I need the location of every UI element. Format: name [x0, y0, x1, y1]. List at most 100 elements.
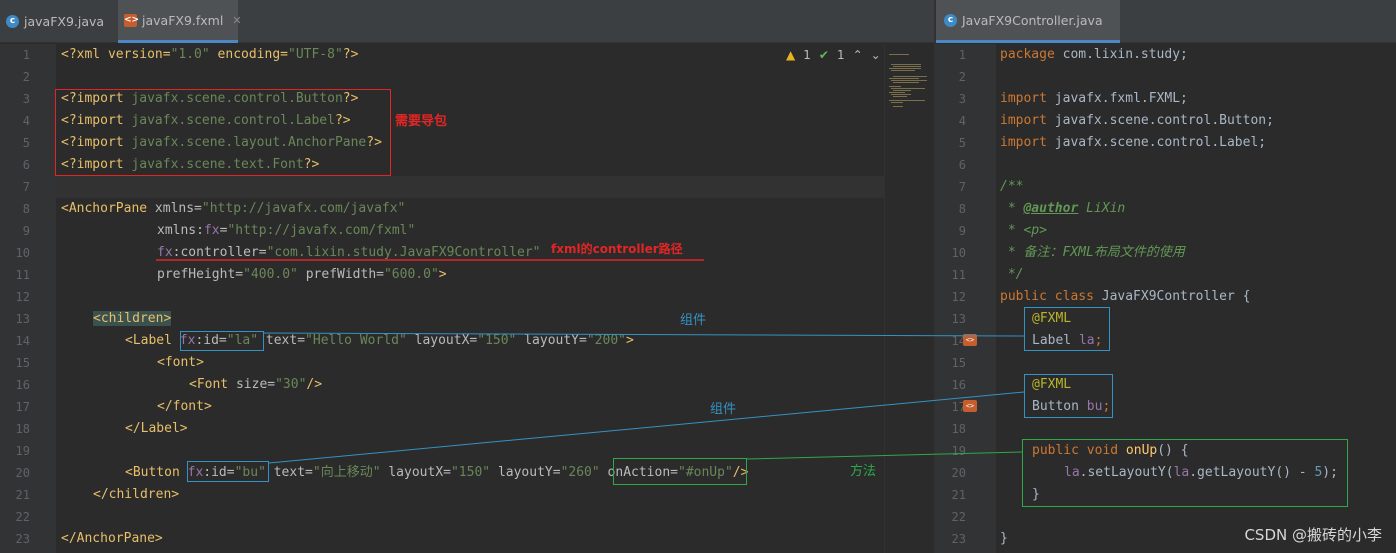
- java-line-21: }: [1032, 487, 1040, 502]
- line-number: 16: [15, 378, 30, 392]
- minimap-stroke: [893, 82, 919, 83]
- code-line-1: <?xml version="1.0" encoding="UTF-8"?>: [61, 47, 359, 62]
- ok-count: 1: [836, 48, 845, 62]
- import-note: 需要导包: [395, 114, 448, 129]
- java-line-13: @FXML: [1032, 311, 1072, 326]
- line-number: 19: [15, 444, 30, 458]
- line-number: 2: [22, 70, 30, 84]
- java-code-area[interactable]: package com.lixin.study; import javafx.f…: [996, 44, 1396, 553]
- minimap-stroke: [889, 78, 919, 79]
- code-line-17: </font>: [157, 399, 212, 414]
- tab-javafx9controller-java[interactable]: c JavaFX9Controller.java: [936, 0, 1120, 43]
- code-line-20: <Button fx:id="bu" text="向上移动" layoutX="…: [125, 465, 749, 480]
- code-line-4: <?import javafx.scene.control.Label?>: [61, 113, 351, 128]
- line-number: 14: [15, 334, 30, 348]
- fxml-link-icon[interactable]: <>: [963, 334, 977, 346]
- line-number: 20: [15, 466, 30, 480]
- line-number: 9: [958, 224, 966, 238]
- current-line-highlight: [56, 176, 884, 198]
- line-number: 8: [958, 202, 966, 216]
- line-number: 21: [15, 488, 30, 502]
- java-line-12: public class JavaFX9Controller {: [1000, 289, 1251, 304]
- minimap-stroke: [889, 54, 909, 55]
- line-number: 2: [958, 70, 966, 84]
- line-number: 1: [22, 48, 30, 62]
- minimap-stroke: [893, 76, 927, 77]
- minimap-stroke: [891, 94, 911, 95]
- line-number: 5: [958, 136, 966, 150]
- code-line-15: <font>: [157, 355, 204, 370]
- line-number: 22: [15, 510, 30, 524]
- java-line-7: /**: [1000, 179, 1024, 194]
- code-line-5: <?import javafx.scene.layout.AnchorPane?…: [61, 135, 382, 150]
- line-number: 21: [951, 488, 966, 502]
- minimap-stroke: [893, 106, 903, 107]
- line-number: 5: [22, 136, 30, 150]
- chevron-up-icon[interactable]: ⌃: [853, 48, 863, 62]
- java-line-10: * 备注：FXML布局文件的使用: [1000, 245, 1185, 260]
- line-number: 6: [22, 158, 30, 172]
- java-class-icon: c: [944, 13, 957, 27]
- line-number: 1: [958, 48, 966, 62]
- minimap-stroke: [891, 102, 903, 103]
- close-icon[interactable]: ✕: [232, 14, 241, 27]
- line-number: 19: [951, 444, 966, 458]
- java-line-4: import javafx.scene.control.Button;: [1000, 113, 1274, 128]
- line-number: 4: [22, 114, 30, 128]
- line-number: 7: [22, 180, 30, 194]
- line-number: 23: [15, 532, 30, 546]
- minimap-stroke: [893, 96, 907, 97]
- java-line-23: }: [1000, 531, 1008, 546]
- right-tab-bar: c JavaFX9Controller.java: [936, 0, 1396, 43]
- watermark: CSDN @搬砖的小李: [1244, 526, 1382, 544]
- component-note: 组件: [680, 313, 707, 328]
- component-note: 组件: [710, 402, 737, 417]
- java-line-8: * @author LiXin: [1000, 201, 1126, 216]
- line-number: 20: [951, 466, 966, 480]
- code-line-18: </Label>: [125, 421, 188, 436]
- inspection-widget[interactable]: ▲ 1 ✔ 1 ⌃ ⌄: [786, 48, 881, 62]
- chevron-down-icon[interactable]: ⌄: [871, 48, 881, 62]
- controller-note: fxml的controller路径: [551, 242, 683, 256]
- warning-count: 1: [803, 48, 811, 62]
- method-note: 方法: [850, 464, 877, 479]
- minimap-stroke: [891, 88, 925, 89]
- tab-javafx9-fxml[interactable]: <> javaFX9.fxml ✕: [118, 0, 242, 43]
- line-number: 12: [15, 290, 30, 304]
- java-line-20: la.setLayoutY(la.getLayoutY() - 5);: [1064, 465, 1338, 480]
- line-number: 13: [951, 312, 966, 326]
- line-number: 12: [951, 290, 966, 304]
- warning-icon: ▲: [786, 48, 796, 62]
- line-number: 6: [958, 158, 966, 172]
- minimap-stroke: [893, 66, 921, 67]
- line-number: 15: [15, 356, 30, 370]
- line-number: 14: [951, 334, 966, 348]
- minimap-stroke: [891, 70, 915, 71]
- code-line-23: </AnchorPane>: [61, 531, 163, 546]
- check-icon: ✔: [818, 48, 829, 62]
- tab-label: JavaFX9Controller.java: [962, 12, 1103, 28]
- line-number: 11: [951, 268, 966, 282]
- java-line-17: Button bu;: [1032, 399, 1111, 414]
- java-line-1: package com.lixin.study;: [1000, 47, 1188, 62]
- line-number: 7: [958, 180, 966, 194]
- java-line-3: import javafx.fxml.FXML;: [1000, 91, 1188, 106]
- fxml-code-area[interactable]: <?xml version="1.0" encoding="UTF-8"?> <…: [56, 44, 884, 553]
- tab-javafx9-java[interactable]: c javaFX9.java: [0, 0, 118, 43]
- java-class-icon: c: [6, 15, 19, 28]
- minimap-stroke: [889, 68, 921, 69]
- java-line-16: @FXML: [1032, 377, 1072, 392]
- fxml-file-icon: <>: [124, 13, 140, 27]
- minimap-stroke: [889, 100, 925, 101]
- line-number: 16: [951, 378, 966, 392]
- code-minimap[interactable]: [884, 44, 934, 553]
- java-line-5: import javafx.scene.control.Label;: [1000, 135, 1267, 150]
- line-number: 9: [22, 224, 30, 238]
- line-number: 10: [951, 246, 966, 260]
- line-number: 23: [951, 532, 966, 546]
- code-line-14: <Label fx:id="la" text="Hello World" lay…: [125, 333, 634, 348]
- code-line-3: <?import javafx.scene.control.Button?>: [61, 91, 359, 106]
- java-line-14: Label la;: [1032, 333, 1103, 348]
- fxml-link-icon[interactable]: <>: [963, 400, 977, 412]
- left-tab-bar: c javaFX9.java <> javaFX9.fxml ✕: [0, 0, 934, 43]
